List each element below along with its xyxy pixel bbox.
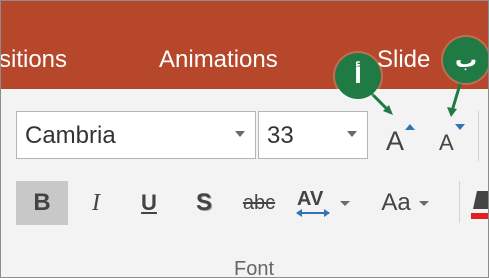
text-shadow-button[interactable]: S: [189, 181, 219, 225]
change-case-button[interactable]: Aa: [371, 181, 439, 225]
toolbar-divider: [459, 181, 460, 223]
grow-font-icon: A: [386, 124, 415, 156]
font-color-button[interactable]: [471, 183, 488, 223]
change-case-label: Aa: [381, 189, 411, 216]
callout-badge-a: أ: [335, 53, 381, 99]
character-spacing-icon: AV: [296, 188, 330, 217]
font-size-combobox[interactable]: 33: [258, 111, 368, 159]
ribbon-tab-bar: sitions Animations Slide: [1, 1, 488, 89]
chevron-down-icon[interactable]: [235, 131, 245, 137]
font-name-combobox[interactable]: Cambria: [16, 111, 256, 159]
italic-button[interactable]: I: [81, 181, 111, 225]
chevron-down-icon: [340, 200, 350, 206]
toolbar-divider: [478, 111, 479, 161]
tab-slide-show[interactable]: Slide: [377, 45, 430, 75]
font-name-value: Cambria: [25, 122, 116, 149]
font-color-icon: [471, 191, 488, 219]
character-spacing-button[interactable]: AV: [291, 181, 353, 225]
decrease-font-size-button[interactable]: A: [433, 119, 469, 155]
svg-text:A: A: [386, 126, 404, 155]
underline-button[interactable]: U: [131, 181, 167, 225]
powerpoint-ribbon-crop: sitions Animations Slide Cambria 33 A A …: [0, 0, 489, 278]
char-spacing-label: AV: [297, 188, 324, 210]
chevron-down-icon[interactable]: [347, 131, 357, 137]
bold-button[interactable]: B: [16, 181, 68, 225]
callout-badge-b: ب: [443, 37, 488, 83]
svg-text:A: A: [439, 130, 454, 155]
increase-font-size-button[interactable]: A: [383, 119, 419, 156]
font-size-value: 33: [267, 122, 294, 149]
font-group-label: Font: [234, 258, 275, 278]
strikethrough-button[interactable]: abc: [236, 181, 282, 225]
shrink-font-icon: A: [439, 124, 465, 155]
tab-transitions[interactable]: sitions: [1, 45, 67, 75]
chevron-down-icon: [418, 200, 429, 206]
tab-animations[interactable]: Animations: [159, 45, 278, 75]
